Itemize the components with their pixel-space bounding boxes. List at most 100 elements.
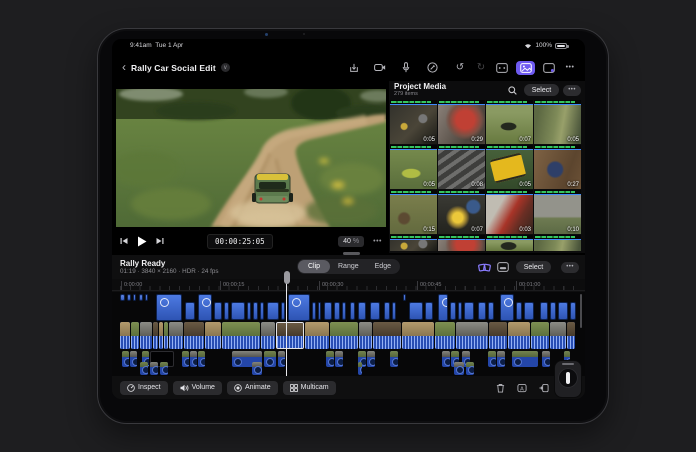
search-icon[interactable] [507,84,519,96]
timeline-clip[interactable] [153,322,158,349]
timeline-clip[interactable] [261,322,275,349]
timeline-clip[interactable] [305,322,329,349]
inspect-button[interactable]: Inspect [120,381,168,395]
media-thumbnail-green-van[interactable]: 0:05 [534,100,581,144]
timeline-clip[interactable] [334,302,340,320]
timeline-overview-icon[interactable] [478,261,491,273]
timeline-clip[interactable] [145,294,148,301]
timeline-ruler[interactable]: 0:00:0000:00:1500:00:3000:00:4500:01:00 [112,279,585,291]
media-more-button[interactable]: ••• [563,85,581,96]
timeline-clip[interactable] [131,322,139,349]
redo-button[interactable]: ↻ [474,62,488,74]
timeline-clip[interactable] [324,302,332,320]
timeline-clip[interactable] [253,302,258,320]
timeline-clip[interactable] [160,362,168,375]
timeline-clip[interactable] [500,294,514,321]
timeline-clip[interactable] [435,322,455,349]
timeline-clip[interactable] [330,322,358,349]
timeline-clip[interactable] [139,294,143,301]
timeline-clip[interactable] [370,302,380,320]
timeline-more-button[interactable]: ••• [561,262,579,273]
timeline-clip[interactable] [358,302,366,320]
media-thumbnail-partial[interactable] [438,235,485,251]
mode-edge[interactable]: Edge [367,260,399,273]
timeline-clip[interactable] [140,322,152,349]
timeline-clip[interactable] [120,322,130,349]
timeline-clip[interactable] [540,302,548,320]
timeline-clip[interactable] [159,322,163,349]
viewer-video[interactable] [116,89,386,227]
microphone-icon[interactable] [399,62,413,74]
timeline-scrollbar[interactable] [580,294,582,328]
animate-button[interactable]: Animate [227,381,278,395]
camera-icon[interactable] [373,62,387,74]
mode-clip[interactable]: Clip [298,260,330,273]
timeline-clip[interactable] [312,302,316,320]
timeline-clip[interactable] [185,302,195,320]
timeline-clip[interactable] [133,294,136,301]
project-title[interactable]: Rally Car Social Edit [131,63,216,73]
timecode-display[interactable]: 00:00:25:05 [207,234,273,249]
mode-range[interactable]: Range [330,260,367,273]
timeline-clip[interactable] [524,302,534,320]
media-thumbnail-red-engine-part[interactable]: 0:29 [438,100,485,144]
timeline-clip[interactable] [288,294,310,321]
timeline-clip[interactable] [425,302,433,320]
timeline-clip[interactable] [276,322,304,349]
timeline-clip[interactable] [567,322,575,349]
timeline-clip[interactable] [169,322,183,349]
playhead-handle[interactable] [284,271,290,284]
timeline-clip[interactable] [531,322,549,349]
next-frame-button[interactable] [156,237,164,245]
media-thumbnail-rally-car-grass[interactable]: 0:05 [390,145,437,189]
timeline-clip[interactable] [373,322,401,349]
timeline-clip[interactable] [508,322,530,349]
media-select-button[interactable]: Select [524,84,559,96]
multicam-button[interactable]: Multicam [283,381,336,395]
timeline-clip[interactable] [550,302,556,320]
timeline-clip[interactable] [120,294,125,301]
timeline-clip[interactable] [358,362,362,375]
import-button[interactable] [347,62,361,74]
timeline-clip[interactable] [267,302,279,320]
media-thumbnail-red-white-car[interactable]: 0:03 [486,190,533,234]
timeline-clip[interactable] [281,302,285,320]
timeline-select-button[interactable]: Select [516,261,551,273]
delete-button[interactable] [496,383,505,393]
viewer-layout-button[interactable] [495,62,509,74]
live-drawing-icon[interactable] [425,62,439,74]
undo-button[interactable]: ↺ [453,62,467,74]
media-thumbnail-partial[interactable] [486,235,533,251]
timeline-clip[interactable] [222,322,260,349]
timeline-clip[interactable] [516,302,522,320]
media-browser-button[interactable] [516,61,535,75]
media-thumbnail-grass-wreckage[interactable]: 0:15 [390,190,437,234]
timeline-clip[interactable] [454,362,464,375]
viewer-zoom-control[interactable]: 40% [338,236,364,247]
timeline-clip[interactable] [392,302,396,320]
timeline-clip[interactable] [464,302,474,320]
toolbar-more-button[interactable]: ••• [563,62,577,74]
timeline-clip[interactable] [224,302,229,320]
timeline-clip[interactable] [342,302,346,320]
timeline-tracks[interactable] [112,292,585,376]
timeline-clip[interactable] [214,302,222,320]
timeline-clip[interactable] [350,302,355,320]
timeline-clip[interactable] [150,362,158,375]
timeline-clip[interactable] [402,322,434,349]
timeline-clip[interactable] [550,322,566,349]
clip-appearance-icon[interactable] [497,261,510,273]
timeline-clip[interactable] [164,322,168,349]
timeline-clip[interactable] [458,302,462,320]
jog-wheel[interactable] [555,361,581,397]
jog-wheel-dial[interactable] [558,368,578,388]
timeline-clip[interactable] [478,302,486,320]
media-thumbnail-engine-bay[interactable]: 0:05 [390,100,437,144]
timeline-clip[interactable] [156,294,182,321]
back-button[interactable]: ‹ [122,61,126,73]
timeline-clip[interactable] [359,322,372,349]
viewer-more-button[interactable]: ••• [373,238,382,245]
timeline-clip[interactable] [456,322,488,349]
media-thumbnail-crashed-car-headlight[interactable]: 0:07 [438,190,485,234]
media-thumbnail-partial[interactable] [390,235,437,251]
